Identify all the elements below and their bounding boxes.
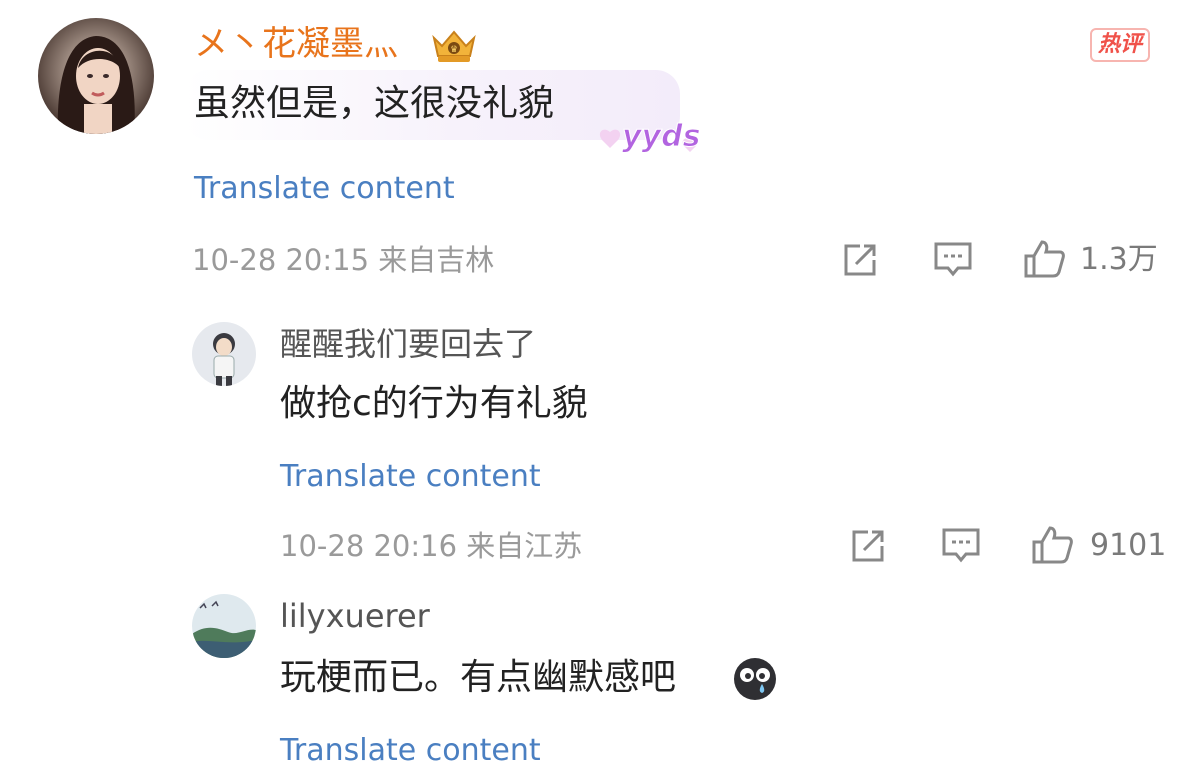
like-icon[interactable] xyxy=(1022,238,1066,280)
comment-timestamp: 10-28 20:16 来自江苏 xyxy=(280,529,583,563)
translate-link[interactable]: Translate content xyxy=(280,732,541,770)
comment-icon[interactable] xyxy=(940,526,982,566)
svg-text:♛: ♛ xyxy=(450,45,458,55)
avatar[interactable] xyxy=(192,594,256,658)
yyds-sticker-text: yyds xyxy=(622,119,700,154)
hot-comment-badge: 热评 xyxy=(1090,28,1151,62)
yyds-sticker-icon: yyds xyxy=(592,102,702,162)
share-icon[interactable] xyxy=(848,526,888,566)
comment-text: 做抢c的行为有礼貌 xyxy=(280,383,588,424)
like-count: 1.3万 xyxy=(1080,242,1158,277)
comment-text: 玩梗而已。有点幽默感吧 xyxy=(280,657,677,698)
translate-link[interactable]: Translate content xyxy=(280,458,541,496)
crying-emoji-icon xyxy=(732,656,778,702)
username[interactable]: 醒醒我们要回去了 xyxy=(280,324,536,364)
username[interactable]: lilyxuerer xyxy=(280,596,430,636)
crown-badge-icon: ♛ xyxy=(428,26,480,66)
comment-text: 虽然但是，这很没礼貌 xyxy=(194,83,555,124)
comment-icon[interactable] xyxy=(932,240,974,280)
comment-timestamp: 10-28 20:15 来自吉林 xyxy=(192,243,495,277)
translate-link[interactable]: Translate content xyxy=(194,170,455,208)
like-count: 9101 xyxy=(1090,528,1167,563)
avatar[interactable] xyxy=(192,322,256,386)
username[interactable]: メ丶花凝墨灬 xyxy=(194,22,398,66)
share-icon[interactable] xyxy=(840,240,880,280)
avatar[interactable] xyxy=(38,18,154,134)
like-icon[interactable] xyxy=(1030,524,1074,566)
